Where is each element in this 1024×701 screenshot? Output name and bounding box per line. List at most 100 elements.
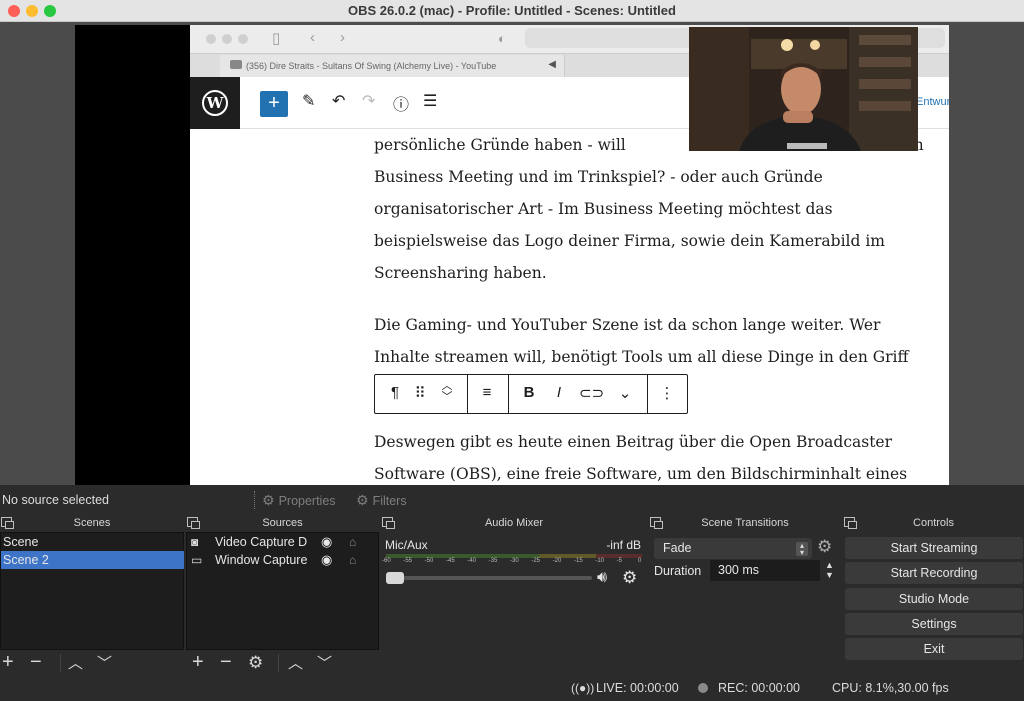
duration-stepper[interactable]: ▲ ▼ [822,560,837,581]
video-capture-overlay [689,27,918,151]
remove-scene-button[interactable]: − [30,652,42,672]
scenes-list[interactable]: Scene Scene 2 [0,532,184,650]
paragraph: Deswegen gibt es heute einen Beitrag übe… [374,433,908,483]
start-recording-button[interactable]: Start Recording [845,562,1023,584]
meter-tick-label: -60 [382,558,391,564]
paragraph: Die Gaming- und YouTuber Szene ist da sc… [374,316,909,366]
properties-button[interactable]: ⚙ Properties [262,492,336,509]
more-options-icon: ⋮ [659,385,675,402]
sources-list[interactable]: ◙ Video Capture D ◉ ⌂ ▭ Window Capture ◉… [186,532,379,650]
source-context-bar: No source selected ⚙ Properties ⚙ Filters [0,485,1024,514]
meter-ticks: -60 -55 -50 -45 -40 -35 -30 -25 -20 -15 -10 -5 0 [382,557,646,567]
wordpress-logo: W [190,77,240,129]
controls-title: Controls [913,517,954,529]
move-down-icon[interactable]: ﹀ [317,654,332,674]
gear-icon[interactable]: ⚙ [817,537,832,557]
live-time: LIVE: 00:00:00 [596,681,679,695]
undo-icon: ↶ [332,93,346,110]
paragraph-icon: ¶ [390,384,400,401]
gear-icon[interactable]: ⚙ [622,568,637,588]
cpu-usage: CPU: 8.1%,30.00 fps [832,681,949,695]
paragraph: persönliche Gründe haben - will Business… [374,129,934,289]
broadcast-icon: ((●)) [571,681,595,695]
meter-tick-label: -40 [467,558,476,564]
plus-icon: + [260,91,288,117]
captured-dot [206,34,216,44]
controls-dock: Controls Start Streaming Start Recording… [843,514,1024,675]
start-streaming-button[interactable]: Start Streaming [845,537,1023,559]
studio-mode-button[interactable]: Studio Mode [845,588,1023,610]
meter-tick-label: -45 [446,558,455,564]
meter-tick-label: -55 [403,558,412,564]
shield-icon: ◐ [498,31,506,46]
speaker-icon[interactable]: 🔊︎ [597,569,607,587]
add-scene-button[interactable]: + [2,652,14,672]
meter-tick-label: 0 [638,558,642,564]
info-icon: ⓘ [393,97,410,114]
camera-icon: ◙ [191,535,199,549]
duration-field[interactable]: 300 ms [710,560,820,581]
back-icon: ‹ [310,29,315,46]
transition-select[interactable]: Fade [654,538,812,559]
captured-dot [238,34,248,44]
volume-slider-handle[interactable] [386,572,404,584]
mixer-channel-name: Mic/Aux [385,538,428,552]
captured-tab: (356) Dire Straits - Sultans Of Swing (A… [220,55,565,77]
unlock-icon[interactable]: ⌂ [349,533,356,551]
move-arrows-icon: ︿ ﹀ [441,380,453,403]
scenes-toolbar: + − ︿ ﹀ [0,651,184,675]
wp-draft-link: Entwur [916,96,949,108]
no-source-label: No source selected [2,493,110,507]
meter-tick-label: -15 [574,558,583,564]
scenes-dock: Scenes Scene Scene 2 + − ︿ ﹀ [0,514,184,675]
window-title: OBS 26.0.2 (mac) - Profile: Untitled - S… [348,3,676,18]
preview-area[interactable]: ▯ ‹ › ◐ (356) Dire Straits - Sultans Of … [0,22,1024,485]
record-icon [698,683,708,693]
wp-block-toolbar: ¶ ⠿ ︿ ﹀ ≡ B I ⊂⊃ ⌄ ⋮ [374,374,688,414]
mixer-level: -inf dB [606,538,641,552]
gear-icon: ⚙ [262,492,275,508]
move-down-icon[interactable]: ﹀ [97,654,112,674]
remove-source-button[interactable]: − [220,652,232,672]
webcam-person-image [689,27,918,151]
volume-slider[interactable] [386,572,592,584]
move-up-icon[interactable]: ︿ [288,654,303,674]
rec-time: REC: 00:00:00 [718,681,800,695]
move-up-icon[interactable]: ︿ [68,654,83,674]
bold-icon: B [523,384,535,401]
chevron-down-icon: ⌄ [618,385,632,402]
preview-canvas[interactable]: ▯ ‹ › ◐ (356) Dire Straits - Sultans Of … [75,25,949,485]
eye-icon[interactable]: ◉ [321,533,332,551]
duration-label: Duration [654,564,702,578]
forward-icon: › [340,29,345,46]
drag-handle-icon: ⠿ [414,385,426,402]
scene-item[interactable]: Scene [1,533,184,551]
obs-window: OBS 26.0.2 (mac) - Profile: Untitled - S… [0,0,1024,701]
speaker-icon: ◀ [548,59,556,70]
window-icon: ▭ [191,553,203,567]
scene-transitions-title: Scene Transitions [701,517,789,529]
sources-toolbar: + − ⚙ ︿ ﹀ [186,651,379,675]
sources-dock: Sources ◙ Video Capture D ◉ ⌂ ▭ Window C… [186,514,379,675]
scene-item-selected[interactable]: Scene 2 [1,551,184,569]
settings-button[interactable]: Settings [845,613,1023,635]
exit-button[interactable]: Exit [845,638,1023,660]
source-item[interactable]: ◙ Video Capture D ◉ ⌂ [187,533,379,551]
status-bar: ((●)) LIVE: 00:00:00 REC: 00:00:00 CPU: … [0,675,1024,701]
meter-tick-label: -20 [552,558,562,564]
italic-icon: I [556,384,562,401]
meter-tick-label: -10 [595,558,604,564]
source-item[interactable]: ▭ Window Capture ◉ ⌂ [187,551,379,569]
meter-tick-label: -5 [616,558,622,564]
add-source-button[interactable]: + [192,652,204,672]
eye-icon[interactable]: ◉ [321,551,332,569]
audio-mixer-body: Mic/Aux -inf dB -60 -55 -50 -45 -40 -35 -30 -25… [381,532,647,675]
filter-icon: ⚙ [356,492,369,508]
audio-mixer-title: Audio Mixer [484,517,544,529]
unlock-icon[interactable]: ⌂ [349,551,356,569]
filters-button[interactable]: ⚙ Filters [356,492,407,509]
source-gear-icon[interactable]: ⚙ [248,653,263,673]
sidebar-icon: ▯ [272,30,281,47]
splitter-grip[interactable] [254,491,256,509]
meter-tick-label: -35 [488,558,498,564]
